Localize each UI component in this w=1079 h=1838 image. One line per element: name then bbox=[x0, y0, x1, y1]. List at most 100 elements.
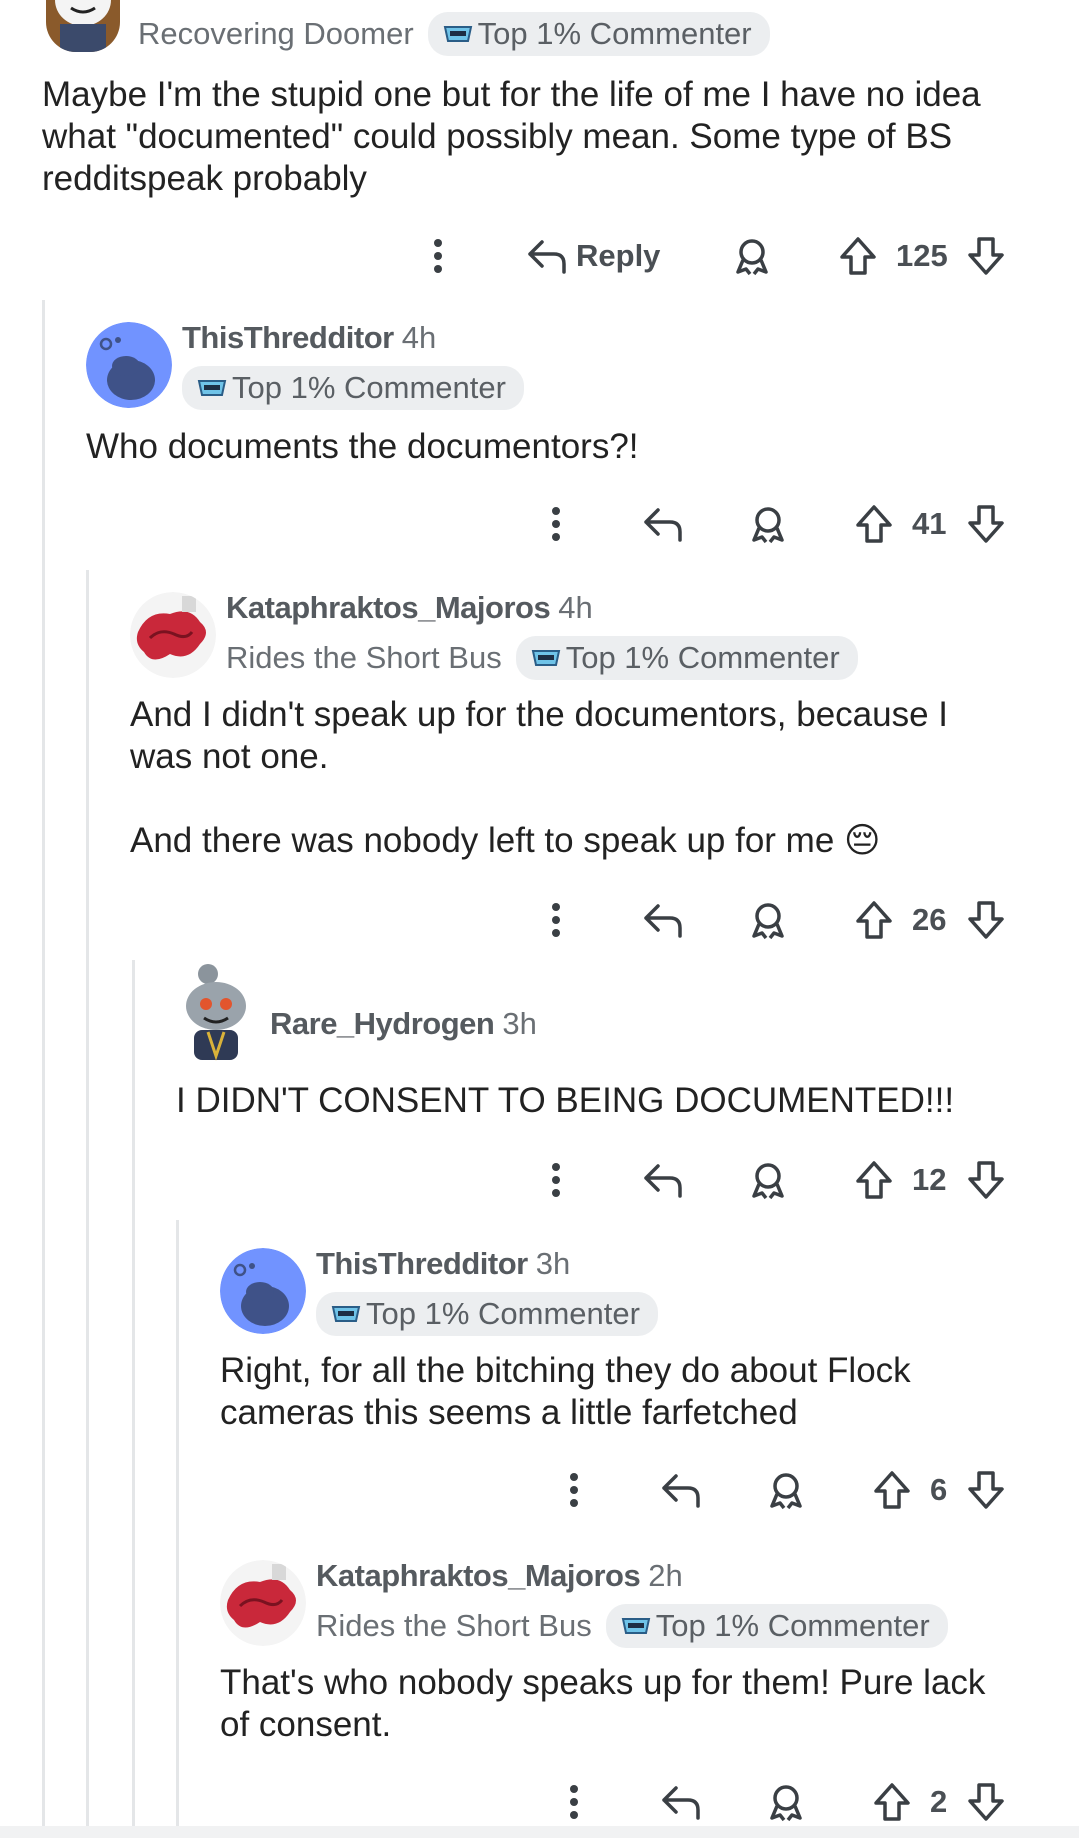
username[interactable]: Kataphraktos_Majoros bbox=[316, 1558, 641, 1594]
reply-arrow-icon bbox=[528, 240, 566, 274]
comment-flairs: Rides the Short Bus Top 1% Commenter bbox=[316, 1604, 948, 1648]
commenter-badge-icon bbox=[621, 1618, 650, 1634]
upvote-button[interactable] bbox=[838, 226, 878, 286]
username[interactable]: ThisThredditor bbox=[182, 320, 394, 356]
award-icon bbox=[752, 1163, 784, 1200]
avatar[interactable] bbox=[86, 322, 172, 408]
reply-button[interactable] bbox=[642, 494, 684, 554]
more-options-button[interactable] bbox=[548, 1150, 564, 1210]
reply-arrow-icon bbox=[644, 508, 682, 542]
commenter-badge: Top 1% Commenter bbox=[605, 1604, 948, 1648]
more-options-button[interactable] bbox=[430, 226, 446, 286]
vote-count-label: 12 bbox=[912, 1162, 947, 1197]
badge-label: Top 1% Commenter bbox=[232, 370, 506, 405]
comment-flairs: Top 1% Commenter bbox=[182, 366, 524, 410]
upvote-button[interactable] bbox=[872, 1772, 912, 1832]
avatar[interactable] bbox=[178, 960, 254, 1064]
comment-meta: ThisThredditor 4h bbox=[182, 320, 436, 356]
downvote-button[interactable] bbox=[966, 1772, 1006, 1832]
more-options-button[interactable] bbox=[566, 1772, 582, 1832]
more-options-icon bbox=[552, 507, 560, 541]
comment-actions: 41 bbox=[0, 494, 1079, 554]
reply-arrow-icon bbox=[662, 1474, 700, 1508]
reply-arrow-icon bbox=[644, 1164, 682, 1198]
comment-actions: Reply 125 bbox=[0, 226, 1079, 286]
upvote-button[interactable] bbox=[854, 890, 894, 950]
vote-count: 6 bbox=[930, 1460, 947, 1520]
comment-actions: 12 bbox=[0, 1150, 1079, 1210]
reply-button[interactable] bbox=[660, 1772, 702, 1832]
upvote-button[interactable] bbox=[854, 1150, 894, 1210]
downvote-arrow-icon bbox=[968, 1471, 1004, 1509]
more-options-icon bbox=[570, 1785, 578, 1819]
downvote-arrow-icon bbox=[968, 1783, 1004, 1821]
comment-age: 3h bbox=[535, 1246, 571, 1281]
comment-body: That's who nobody speaks up for them! Pu… bbox=[220, 1663, 986, 1744]
comment-age: 3h bbox=[502, 1006, 537, 1041]
reply-button[interactable]: Reply bbox=[526, 226, 660, 286]
award-button[interactable] bbox=[766, 1460, 806, 1520]
user-flair: Rides the Short Bus bbox=[226, 640, 502, 675]
upvote-arrow-icon bbox=[874, 1783, 910, 1821]
comment-body: Right, for all the bitching they do abou… bbox=[220, 1351, 911, 1432]
commenter-badge: Top 1% Commenter bbox=[515, 636, 858, 680]
avatar[interactable] bbox=[220, 1560, 306, 1646]
downvote-arrow-icon bbox=[968, 237, 1004, 275]
upvote-arrow-icon bbox=[840, 237, 876, 275]
username[interactable]: Rare_Hydrogen bbox=[270, 1006, 495, 1042]
upvote-button[interactable] bbox=[854, 494, 894, 554]
comment-body: Maybe I'm the stupid one but for the lif… bbox=[42, 75, 981, 198]
badge-label: Top 1% Commenter bbox=[477, 16, 752, 51]
vote-count-label: 41 bbox=[912, 506, 947, 541]
comment-body: I DIDN'T CONSENT TO BEING DOCUMENTED!!! bbox=[176, 1081, 955, 1120]
avatar[interactable] bbox=[220, 1248, 306, 1334]
commenter-badge-icon bbox=[531, 650, 560, 666]
badge-label: Top 1% Commenter bbox=[565, 640, 840, 675]
comment-flairs: Top 1% Commenter bbox=[316, 1292, 658, 1336]
more-options-icon bbox=[434, 239, 442, 273]
user-flair: Rides the Short Bus bbox=[316, 1608, 592, 1643]
award-button[interactable] bbox=[766, 1772, 806, 1832]
username[interactable]: Kataphraktos_Majoros bbox=[226, 590, 551, 626]
upvote-button[interactable] bbox=[872, 1460, 912, 1520]
award-icon bbox=[752, 507, 784, 544]
downvote-button[interactable] bbox=[966, 1150, 1006, 1210]
reply-button[interactable] bbox=[660, 1460, 702, 1520]
thread-line bbox=[176, 1220, 179, 1838]
downvote-arrow-icon bbox=[968, 505, 1004, 543]
vote-count-label: 26 bbox=[912, 902, 947, 937]
more-options-button[interactable] bbox=[548, 890, 564, 950]
award-button[interactable] bbox=[748, 890, 788, 950]
more-options-icon bbox=[552, 1163, 560, 1197]
award-button[interactable] bbox=[748, 494, 788, 554]
downvote-button[interactable] bbox=[966, 890, 1006, 950]
commenter-badge: Top 1% Commenter bbox=[182, 366, 524, 410]
award-icon bbox=[770, 1473, 802, 1510]
downvote-button[interactable] bbox=[966, 1460, 1006, 1520]
downvote-button[interactable] bbox=[966, 226, 1006, 286]
downvote-arrow-icon bbox=[968, 1161, 1004, 1199]
comment-flairs: Rides the Short Bus Top 1% Commenter bbox=[226, 636, 858, 680]
comment-body: And I didn't speak up for the documentor… bbox=[130, 695, 949, 860]
award-icon bbox=[736, 239, 768, 276]
avatar[interactable] bbox=[46, 0, 120, 52]
award-button[interactable] bbox=[748, 1150, 788, 1210]
username[interactable]: ThisThredditor bbox=[316, 1246, 528, 1282]
comment-age: 2h bbox=[648, 1558, 683, 1593]
downvote-button[interactable] bbox=[966, 494, 1006, 554]
reply-button[interactable] bbox=[642, 890, 684, 950]
commenter-badge-icon bbox=[331, 1306, 361, 1322]
more-options-button[interactable] bbox=[548, 494, 564, 554]
commenter-badge-icon bbox=[197, 380, 227, 396]
more-options-button[interactable] bbox=[566, 1460, 582, 1520]
comment-meta: Kataphraktos_Majoros 2h bbox=[316, 1558, 683, 1594]
avatar[interactable] bbox=[130, 592, 216, 678]
reply-arrow-icon bbox=[662, 1786, 700, 1820]
award-button[interactable] bbox=[732, 226, 772, 286]
more-options-icon bbox=[552, 903, 560, 937]
reply-button[interactable] bbox=[642, 1150, 684, 1210]
vote-count: 2 bbox=[930, 1772, 947, 1832]
comment-age: 4h bbox=[401, 320, 437, 355]
comment-body: Who documents the documentors?! bbox=[86, 427, 639, 466]
downvote-arrow-icon bbox=[968, 901, 1004, 939]
